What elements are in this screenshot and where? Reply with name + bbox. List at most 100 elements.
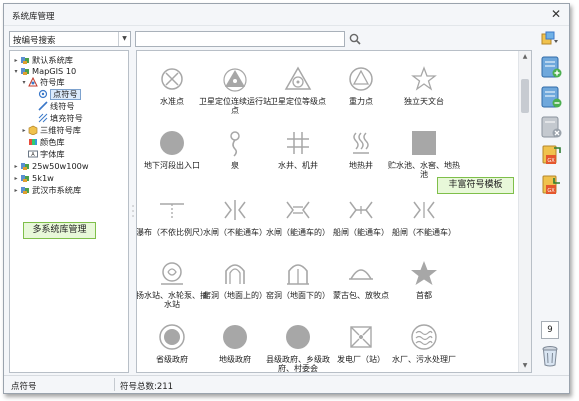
tree-item[interactable]: 颜色库 (10, 137, 128, 148)
symbol-label: 窑洞（地面上的） (203, 291, 267, 300)
tree-item-label: 点符号 (50, 89, 81, 100)
status-current-category: 点符号 (11, 382, 37, 392)
tree-expander-icon[interactable]: ▸ (12, 173, 20, 184)
tree-item[interactable]: 线符号 (10, 101, 128, 112)
panel-splitter[interactable]: · · · (131, 203, 135, 221)
tree-item[interactable]: ▸ 25w50w100w (10, 161, 128, 172)
symbol-item[interactable]: 贮水池、水窖、地热池 (388, 121, 460, 183)
symbol-item[interactable]: 水闸（能通车的） (266, 188, 330, 250)
search-input[interactable] (135, 31, 345, 47)
symbol-label: 独立天文台 (404, 97, 444, 106)
search-icon[interactable] (348, 32, 362, 46)
symbol-label: 船闸（不能通车） (392, 228, 456, 237)
filled-square-icon (412, 131, 436, 155)
import-library-icon[interactable]: GX (540, 144, 562, 166)
search-mode-select[interactable]: 按编号搜索 ▼ (9, 31, 131, 47)
symbol-item[interactable]: 窑洞（地面上的） (203, 251, 267, 313)
callout-symbol-templates: 丰富符号模板 (437, 177, 514, 194)
symbol-item[interactable]: 水闸（不能通车） (203, 188, 267, 250)
symbol-label: 发电厂（站） (337, 355, 385, 364)
symbol-label: 地下河段出入口 (144, 161, 200, 170)
tree-item[interactable]: ▸ 三维符号库 (10, 125, 128, 136)
view-options-icon[interactable] (541, 31, 559, 47)
sluice-icon (224, 200, 246, 220)
tree-expander-icon[interactable]: ▸ (12, 185, 20, 196)
tree-expander-icon[interactable]: ▸ (20, 125, 28, 136)
tree-item-label: 符号库 (40, 77, 65, 87)
tree-item-label: 默认系统库 (32, 55, 73, 65)
symbol-label: 地热井 (349, 161, 373, 170)
tree-item[interactable]: ▸ 武汉市系统库 (10, 185, 128, 196)
tree-item[interactable]: ▾ MapGIS 10 (10, 66, 128, 77)
symbol-label: 扬水站、水轮泵、抽水站 (136, 291, 208, 309)
symbol-label: 蒙古包、放牧点 (333, 291, 389, 300)
symbol-label: 首都 (416, 291, 432, 300)
symbol-item[interactable]: 县级政府、乡级政府、村委会 (266, 315, 330, 372)
symbol-item[interactable]: 泉 (205, 121, 265, 183)
vertical-scrollbar[interactable]: ▲ ▼ (518, 51, 531, 372)
symbol-item[interactable]: 卫星定位连续运行站点 (199, 57, 271, 119)
symbol-item[interactable]: 地级政府 (205, 315, 265, 372)
ship-lock-vehicle-icon (349, 201, 373, 219)
tree-expander-icon[interactable]: ▸ (12, 55, 20, 66)
symbol-item[interactable]: 卫星定位等级点 (268, 57, 328, 119)
symbol-label: 泉 (231, 161, 239, 170)
tree-item[interactable]: A 字体库 (10, 149, 128, 160)
toolbar: 按编号搜索 ▼ (4, 28, 569, 48)
symbol-item[interactable]: 窑洞（地面下的） (266, 251, 330, 313)
waterfall-icon (160, 203, 184, 218)
scroll-thumb[interactable] (521, 79, 529, 113)
scroll-up-icon[interactable]: ▲ (519, 51, 531, 63)
tree-item[interactable]: 点符号 (10, 89, 128, 100)
point-symbol-icon (38, 89, 48, 99)
symbol-item[interactable]: 地热井 (331, 121, 391, 183)
symbol-item[interactable]: 蒙古包、放牧点 (331, 251, 391, 313)
symbol-item[interactable]: 水井、机井 (268, 121, 328, 183)
symbol-item[interactable]: 船闸（能通车） (331, 188, 391, 250)
pump-station-icon (161, 262, 183, 285)
symbol-item[interactable]: 地下河段出入口 (142, 121, 202, 183)
database-icon (20, 161, 30, 171)
tree-expander-icon[interactable]: ▾ (12, 66, 20, 77)
symbol-item[interactable]: 发电厂（站） (331, 315, 391, 372)
color-library-icon (28, 137, 38, 147)
tree-item-label: 5k1w (32, 173, 54, 183)
database-icon (20, 55, 30, 65)
symbol-label: 水闸（不能通车） (203, 228, 267, 237)
remove-library-icon[interactable] (540, 86, 562, 108)
add-library-icon[interactable] (540, 56, 562, 78)
symbol-label: 瀑布（不依比例尺） (136, 228, 208, 237)
trash-icon[interactable] (541, 345, 559, 367)
line-symbol-icon (38, 101, 48, 111)
tree-expander-icon[interactable]: ▾ (20, 77, 28, 88)
symbol-item[interactable]: 重力点 (331, 57, 391, 119)
symbol-item[interactable]: 水准点 (142, 57, 202, 119)
delete-library-icon[interactable] (540, 116, 562, 138)
scroll-down-icon[interactable]: ▼ (519, 360, 531, 372)
tree-item[interactable]: 填充符号 (10, 113, 128, 124)
symbol-grid: ▲ ▼ 水准点 卫星定位连续运行站点 卫星定位等级点 重力点 独立天文台地下河段出入口 泉… (136, 50, 532, 373)
close-icon[interactable]: ✕ (549, 7, 563, 21)
tree-item[interactable]: ▸ 默认系统库 (10, 55, 128, 66)
symbol-item[interactable]: 扬水站、水轮泵、抽水站 (137, 251, 208, 313)
symbol-label: 重力点 (349, 97, 373, 106)
symbol-item[interactable]: 水厂、污水处理厂 (392, 315, 456, 372)
tree-expander-icon[interactable]: ▸ (12, 161, 20, 172)
symbol-item[interactable]: 省级政府 (142, 315, 202, 372)
cave-above-icon (225, 264, 245, 284)
export-library-icon[interactable]: GX (540, 174, 562, 196)
symbol-label: 水闸（能通车的） (266, 228, 330, 237)
tree-item[interactable]: ▾ 符号库 (10, 76, 128, 88)
symbol-item[interactable]: 首都 (394, 251, 454, 313)
chevron-down-icon[interactable]: ▼ (118, 32, 130, 46)
symbol-item[interactable]: 瀑布（不依比例尺） (137, 188, 208, 250)
symbol-label: 省级政府 (156, 355, 188, 364)
svg-text:A: A (31, 152, 35, 158)
symbol-item[interactable]: 独立天文台 (394, 57, 454, 119)
triangle-dot-icon (223, 68, 247, 92)
spring-icon (230, 131, 240, 157)
tree-item[interactable]: ▸ 5k1w (10, 173, 128, 184)
symbol-label: 卫星定位连续运行站点 (199, 97, 271, 115)
symbol-library-icon (28, 76, 38, 87)
symbol-item[interactable]: 船闸（不能通车） (392, 188, 456, 250)
